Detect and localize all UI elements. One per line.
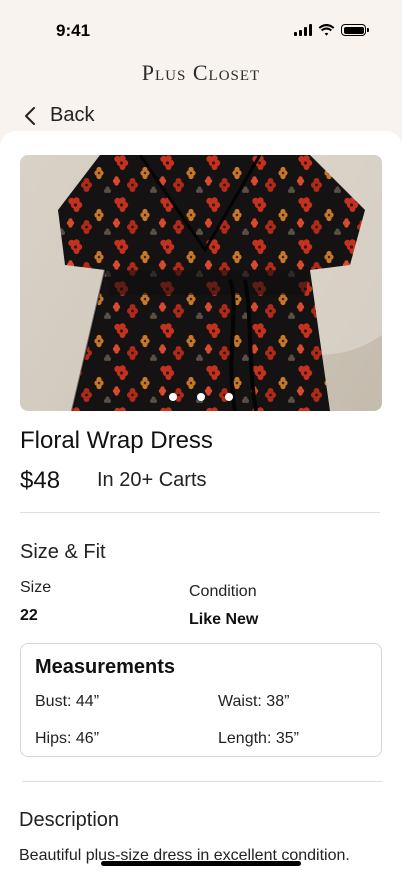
condition-label: Condition	[189, 583, 257, 600]
divider	[20, 512, 380, 513]
home-indicator[interactable]	[101, 861, 301, 866]
product-price: $48	[20, 467, 61, 494]
product-image-carousel[interactable]	[20, 155, 382, 411]
cart-count: In 20+ Carts	[97, 469, 207, 491]
measurements-card: Measurements Bust: 44” Waist: 38” Hips: …	[20, 643, 382, 757]
chevron-left-icon	[25, 106, 35, 125]
status-icons	[294, 24, 369, 36]
carousel-dot[interactable]	[197, 393, 205, 401]
dress-photo	[58, 155, 382, 411]
wifi-icon	[318, 24, 335, 36]
description-heading: Description	[19, 809, 120, 831]
condition-value: Like New	[189, 611, 259, 628]
size-label: Size	[20, 579, 52, 596]
hips-measurement: Hips: 46”	[35, 730, 100, 747]
carousel-dots	[20, 393, 382, 401]
back-button[interactable]: Back	[24, 104, 94, 127]
brand-logo: Plus Closet	[141, 60, 261, 85]
carousel-dot[interactable]	[169, 393, 177, 401]
length-measurement: Length: 35”	[218, 730, 299, 747]
waist-measurement: Waist: 38”	[218, 693, 290, 710]
battery-icon	[341, 24, 369, 36]
status-bar: 9:41	[0, 0, 402, 60]
status-time: 9:41	[56, 21, 91, 40]
carousel-dot[interactable]	[225, 393, 233, 401]
size-value: 22	[20, 607, 38, 624]
bust-measurement: Bust: 44”	[35, 693, 100, 710]
cellular-signal-icon	[294, 24, 312, 36]
back-label: Back	[50, 104, 95, 126]
product-detail-sheet: Floral Wrap Dress $48 In 20+ Carts Size …	[0, 131, 402, 874]
product-title: Floral Wrap Dress	[20, 427, 213, 454]
measurements-title: Measurements	[35, 656, 176, 678]
size-fit-heading: Size & Fit	[20, 541, 106, 563]
divider	[22, 781, 382, 782]
